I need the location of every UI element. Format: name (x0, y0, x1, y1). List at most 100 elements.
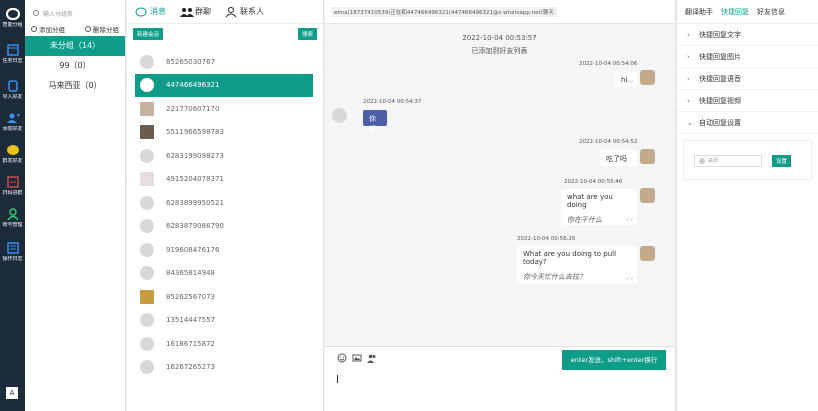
chevron-right-icon: › (687, 30, 690, 39)
avatar (640, 188, 655, 203)
chat-header: elma(18737410539)正在和447466496321(4474664… (325, 0, 674, 24)
avatar (140, 336, 154, 351)
compose-area: enter发送，shift+enter换行 (325, 346, 674, 411)
image-icon[interactable] (352, 353, 362, 363)
rail-item-label: 添加好友 (2, 126, 23, 132)
rail-item-label: 账号管理 (2, 222, 23, 228)
tab-messages[interactable]: 消息 (135, 6, 166, 17)
settings-button[interactable]: 设置 (772, 155, 792, 167)
rail-item-import-friends[interactable]: 导入好友 (0, 76, 25, 110)
contact-row[interactable]: 85262567073 (135, 285, 313, 309)
group-actions: 添加分组 删除分组 (25, 22, 125, 36)
contact-row[interactable]: 4915204078371 (135, 168, 313, 192)
rail-item-label: 任务日志 (2, 58, 23, 64)
contact-row[interactable]: 16267265273 (135, 356, 313, 380)
quick-reply-label: 快捷回复图片 (699, 52, 741, 61)
tab-friend-info[interactable]: 好友信息 (757, 7, 785, 17)
message-bubble: what are you doing 你在干什么 ✓✓ (561, 189, 637, 225)
emoji-icon[interactable] (337, 353, 347, 363)
message-text: What are you doing to pull today? (523, 250, 617, 266)
read-check-icon: ✓✓ (625, 276, 634, 282)
translate-icon[interactable]: A (6, 387, 18, 399)
search-button[interactable]: 搜索 (297, 28, 317, 40)
group-search-placeholder: 输入分组名 (43, 10, 74, 18)
send-button[interactable]: enter发送，shift+enter换行 (562, 350, 666, 370)
tab-group-chat[interactable]: 群聊 (180, 6, 211, 17)
rail-item-add-friends[interactable]: 添加好友 (0, 108, 25, 142)
rail-item-operation-log[interactable]: 操作日志 (0, 238, 25, 272)
message-input[interactable] (337, 375, 338, 383)
rail-item-label: 导入好友 (2, 94, 23, 100)
quick-reply-video[interactable]: › 快捷回复视频 (677, 90, 818, 112)
read-check-icon: ✓✓ (625, 217, 634, 223)
compose-tools (337, 353, 382, 363)
contact-row[interactable]: 13514447557 (135, 309, 313, 333)
contact-row[interactable]: 6283899950521 (135, 191, 313, 215)
new-chat-button[interactable]: 新建会话 (133, 28, 164, 40)
message-bubble: What are you doing to pull today? 你今天忙什么… (517, 246, 637, 284)
tab-translate-assistant[interactable]: 翻译助手 (685, 7, 713, 17)
quick-reply-text[interactable]: › 快捷回复文字 (677, 24, 818, 46)
scan-icon (6, 176, 20, 188)
rail-item-group-send[interactable]: 群发好友 (0, 140, 25, 174)
avatar (140, 360, 154, 375)
chat-panel: elma(18737410539)正在和447466496321(4474664… (325, 0, 674, 411)
message-time: 2022-10-04 00:55:46 (564, 179, 623, 185)
contact-row[interactable]: 6283879086790 (135, 215, 313, 239)
toggle-icon (699, 158, 705, 164)
avatar (140, 313, 154, 328)
contact-row[interactable]: 221770607170 (135, 97, 313, 121)
quick-reply-image[interactable]: › 快捷回复图片 (677, 46, 818, 68)
chevron-down-icon: ⌄ (687, 118, 693, 127)
auto-reply-settings[interactable]: ⌄ 自动回复设置 (677, 112, 818, 134)
contact-row[interactable]: 85265030767 (135, 50, 313, 74)
tab-contacts[interactable]: 联系人 (225, 6, 264, 17)
contact-number: 16186715872 (166, 339, 215, 348)
message-list[interactable]: 2022-10-04 00:53:57 已添加到好友列表 2022-10-04 … (325, 24, 674, 346)
contact-row[interactable]: 6283199098273 (135, 144, 313, 168)
avatar (640, 149, 655, 164)
contact-row[interactable]: 447466496321 (135, 73, 313, 97)
contact-number: 6283899950521 (166, 198, 224, 207)
person-icon (225, 6, 237, 17)
tab-label: 群聊 (195, 7, 211, 16)
add-group-button[interactable]: 添加分组 (31, 24, 65, 34)
tab-label: 消息 (150, 7, 166, 16)
rail-item-scan-join[interactable]: 扫码进群 (0, 172, 25, 206)
account-icon (6, 208, 20, 221)
message-time: 2022-10-04 00:54:37 (363, 99, 422, 105)
contact-row[interactable]: 919608476176 (135, 238, 313, 262)
group-item[interactable]: 马来西亚（0） (25, 76, 125, 96)
contacts-tabs: 消息 群聊 联系人 (127, 0, 323, 24)
contact-card-icon[interactable] (367, 353, 377, 363)
chevron-right-icon: › (687, 52, 690, 61)
message-icon (6, 144, 20, 156)
contact-row[interactable]: 5511966598783 (135, 121, 313, 145)
contact-number: 919608476176 (166, 245, 220, 254)
rail-item-smart-group[interactable]: 智能分组 (0, 4, 25, 38)
quick-reply-voice[interactable]: › 快捷回复语音 (677, 68, 818, 90)
delete-group-button[interactable]: 删除分组 (85, 24, 119, 34)
group-item[interactable]: 99（0） (25, 56, 125, 76)
group-icon (180, 7, 194, 17)
rail-item-account-manage[interactable]: 账号管理 (0, 204, 25, 238)
rail-item-task-log[interactable]: 任务日志 (0, 40, 25, 74)
rail-item-label: 操作日志 (2, 256, 23, 262)
group-search-input[interactable]: 输入分组名 (29, 6, 121, 20)
contact-row[interactable]: 84365814948 (135, 262, 313, 286)
tab-quick-reply[interactable]: 快捷回复 (721, 7, 749, 17)
delete-circle-icon (85, 26, 91, 32)
contacts-panel: 消息 群聊 联系人 新建会话 搜索 85265030767 4474664963… (127, 0, 324, 411)
message-text: what are you doing (567, 193, 613, 209)
contact-row[interactable]: 16186715872 (135, 332, 313, 356)
auto-reply-toggle[interactable]: 关闭 (694, 155, 762, 167)
group-item[interactable]: 未分组（14） (25, 36, 125, 56)
avatar (140, 289, 154, 304)
avatar (140, 172, 154, 187)
avatar (140, 78, 154, 93)
group-panel: 输入分组名 添加分组 删除分组 未分组（14） 99（0） 马来西亚（0） (25, 0, 126, 411)
contact-number: 16267265273 (166, 363, 215, 372)
avatar (140, 148, 154, 163)
app-window: 智能分组 任务日志 导入好友 添加好友 群发好友 扫码进群 账号管理 操作日志 … (0, 0, 818, 411)
message-bubble: 吃了吗 (600, 150, 637, 166)
